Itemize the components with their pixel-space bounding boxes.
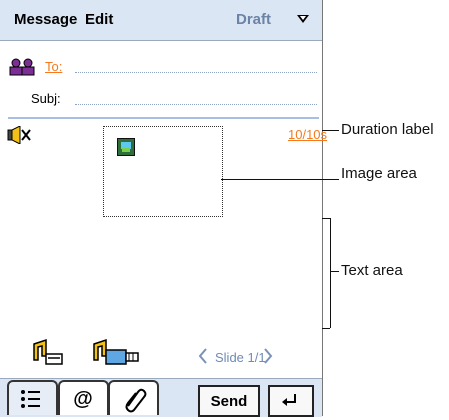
next-slide-icon[interactable] [263,348,273,369]
phone-screen: Message Edit Draft To: Subj: 10/10s Slid… [0,0,327,417]
media-film-icon[interactable] [88,338,142,366]
text-callout-label: Text area [341,262,403,279]
text-callout-vertical [330,218,331,328]
draft-label[interactable]: Draft [236,11,271,28]
header-divider [8,117,319,119]
subject-label: Subj: [31,91,61,106]
send-button[interactable]: Send [198,385,260,417]
menu-bar: Message Edit Draft [0,0,322,41]
slide-label: Slide 1/1 [215,350,266,365]
svg-text:@: @ [73,388,93,410]
text-callout-top [322,218,330,219]
menu-message[interactable]: Message [14,11,77,28]
text-callout-connector [330,271,339,272]
to-link[interactable]: To: [45,59,62,74]
menu-edit[interactable]: Edit [85,11,113,28]
audio-icon[interactable] [7,125,31,145]
chevron-down-icon[interactable] [297,15,309,23]
tab-email[interactable]: @ [58,380,109,415]
duration-callout-label: Duration label [341,121,434,138]
subject-input[interactable] [75,104,317,105]
tab-attachment[interactable] [108,380,159,415]
music-note-icon[interactable] [28,338,70,366]
image-callout-line [221,179,339,180]
image-icon [117,138,135,156]
text-callout-bottom [322,328,330,329]
prev-slide-icon[interactable] [198,348,208,369]
tab-list[interactable] [7,380,58,415]
to-input[interactable] [75,72,317,73]
image-callout-label: Image area [341,165,417,182]
contacts-icon[interactable] [8,58,38,76]
back-button[interactable] [268,385,314,417]
duration-callout-line [322,130,339,131]
